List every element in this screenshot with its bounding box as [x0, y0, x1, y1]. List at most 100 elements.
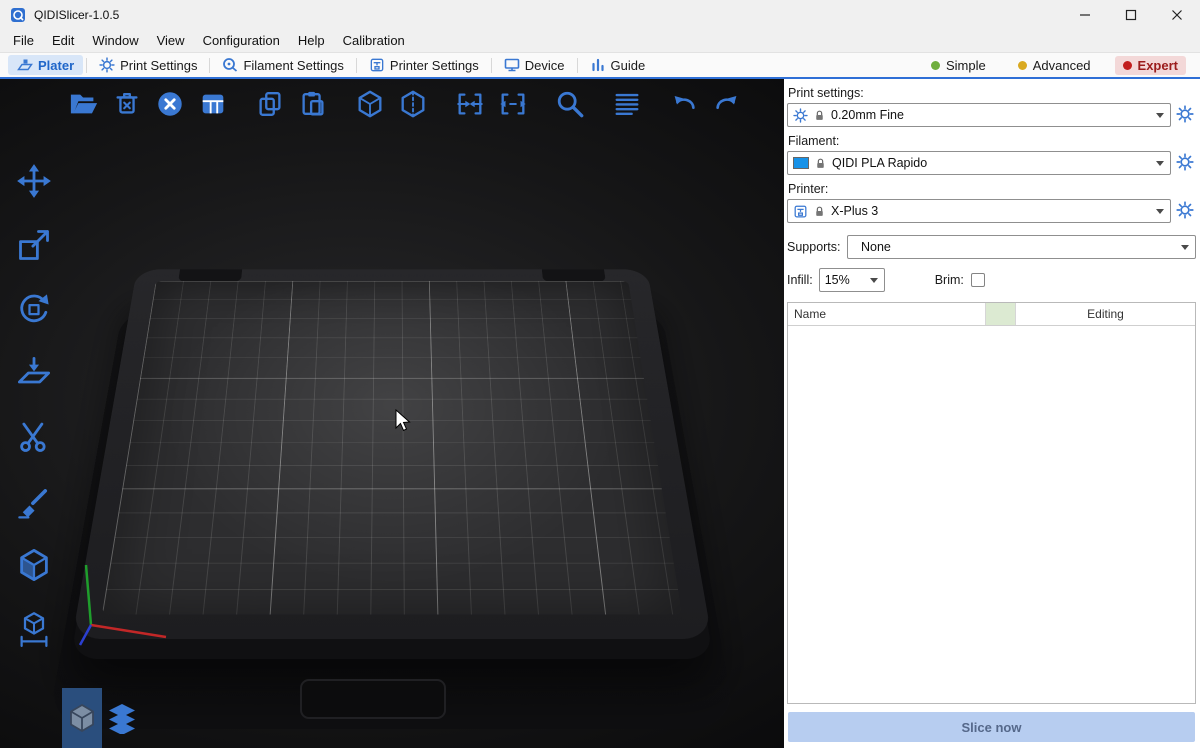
instances-decrease-button[interactable] [452, 86, 488, 122]
object-list-body[interactable] [788, 326, 1195, 703]
filament-gear-button[interactable] [1176, 153, 1196, 173]
split-objects-icon [355, 89, 385, 119]
split-to-objects-button[interactable] [352, 86, 388, 122]
print-settings-label: Print settings: [788, 86, 1196, 100]
redo-button[interactable] [709, 86, 745, 122]
infill-label: Infill: [787, 273, 813, 287]
close-button[interactable] [1154, 0, 1200, 30]
preview-layers-icon [106, 702, 138, 734]
printer-icon [369, 57, 385, 73]
minimize-button[interactable] [1062, 0, 1108, 30]
printer-gear-button[interactable] [1176, 201, 1196, 221]
place-on-face-icon [16, 355, 52, 391]
filament-icon [222, 57, 238, 73]
editor-view-button[interactable] [62, 688, 102, 748]
scale-button[interactable] [12, 225, 56, 265]
gear-icon [1176, 153, 1194, 171]
menu-view[interactable]: View [148, 30, 194, 52]
maximize-button[interactable] [1108, 0, 1154, 30]
move-button[interactable] [12, 161, 56, 201]
open-folder-icon [69, 89, 99, 119]
menu-window[interactable]: Window [83, 30, 147, 52]
paste-icon [298, 89, 328, 119]
tab-plater[interactable]: Plater [8, 55, 83, 75]
titlebar: QIDISlicer-1.0.5 [0, 0, 1200, 30]
filament-value: QIDI PLA Rapido [832, 156, 927, 170]
window-title: QIDISlicer-1.0.5 [34, 8, 119, 22]
tab-printer-settings[interactable]: Printer Settings [360, 55, 488, 75]
menu-configuration[interactable]: Configuration [194, 30, 289, 52]
tab-device[interactable]: Device [495, 55, 574, 75]
delete-icon [112, 89, 142, 119]
infill-combo[interactable]: 15% [819, 268, 885, 292]
tab-separator [86, 58, 87, 73]
place-on-face-button[interactable] [12, 353, 56, 393]
tab-separator [356, 58, 357, 73]
filament-combo[interactable]: QIDI PLA Rapido [787, 151, 1171, 175]
chevron-down-icon [1156, 113, 1164, 122]
preview-view-button[interactable] [102, 688, 142, 748]
gear-icon [1176, 201, 1194, 219]
print-settings-gear-button[interactable] [1176, 105, 1196, 125]
menu-file[interactable]: File [4, 30, 43, 52]
copy-button[interactable] [252, 86, 288, 122]
rotate-button[interactable] [12, 289, 56, 329]
measure-button[interactable] [12, 609, 56, 649]
menu-edit[interactable]: Edit [43, 30, 83, 52]
tab-separator [577, 58, 578, 73]
seam-button[interactable] [12, 545, 56, 585]
delete-button[interactable] [109, 86, 145, 122]
search-icon [555, 89, 585, 119]
cut-button[interactable] [12, 417, 56, 457]
split-to-parts-button[interactable] [395, 86, 431, 122]
gear-icon [99, 57, 115, 73]
instances-decrease-icon [455, 89, 485, 119]
chevron-down-icon [1156, 209, 1164, 218]
paint-supports-button[interactable] [12, 481, 56, 521]
tab-label: Filament Settings [243, 58, 343, 73]
copy-icon [255, 89, 285, 119]
supports-combo[interactable]: None [847, 235, 1196, 259]
maximize-icon [1125, 9, 1137, 21]
device-icon [504, 57, 520, 73]
column-header-extruder [986, 303, 1016, 325]
gear-icon [793, 108, 808, 123]
paste-button[interactable] [295, 86, 331, 122]
object-list-header: Name Editing [788, 303, 1195, 326]
mode-expert[interactable]: Expert [1115, 56, 1186, 75]
instances-increase-button[interactable] [495, 86, 531, 122]
measure-icon [16, 611, 52, 647]
variable-layer-height-button[interactable] [609, 86, 645, 122]
print-settings-combo[interactable]: 0.20mm Fine [787, 103, 1171, 127]
menu-help[interactable]: Help [289, 30, 334, 52]
brim-label: Brim: [935, 273, 964, 287]
arrange-button[interactable] [195, 86, 231, 122]
tab-guide[interactable]: Guide [581, 55, 655, 75]
advanced-mode-dot-icon [1018, 61, 1027, 70]
tab-filament-settings[interactable]: Filament Settings [213, 55, 352, 75]
undo-button[interactable] [666, 86, 702, 122]
mode-label: Expert [1138, 58, 1178, 73]
brim-checkbox[interactable] [971, 273, 985, 287]
tab-label: Plater [38, 58, 74, 73]
search-button[interactable] [552, 86, 588, 122]
delete-all-icon [155, 89, 185, 119]
mode-simple[interactable]: Simple [923, 56, 994, 75]
rotate-icon [16, 291, 52, 327]
3d-viewport[interactable] [0, 79, 784, 748]
seam-icon [16, 547, 52, 583]
printer-value: X-Plus 3 [831, 204, 878, 218]
menu-calibration[interactable]: Calibration [334, 30, 414, 52]
mode-advanced[interactable]: Advanced [1010, 56, 1099, 75]
printer-icon [793, 204, 808, 219]
print-settings-value: 0.20mm Fine [831, 108, 904, 122]
open-button[interactable] [66, 86, 102, 122]
supports-label: Supports: [787, 240, 847, 254]
minimize-icon [1079, 9, 1091, 21]
cut-scissors-icon [16, 419, 52, 455]
slice-now-button[interactable]: Slice now [788, 712, 1195, 742]
tab-label: Device [525, 58, 565, 73]
tab-print-settings[interactable]: Print Settings [90, 55, 206, 75]
printer-combo[interactable]: X-Plus 3 [787, 199, 1171, 223]
delete-all-button[interactable] [152, 86, 188, 122]
